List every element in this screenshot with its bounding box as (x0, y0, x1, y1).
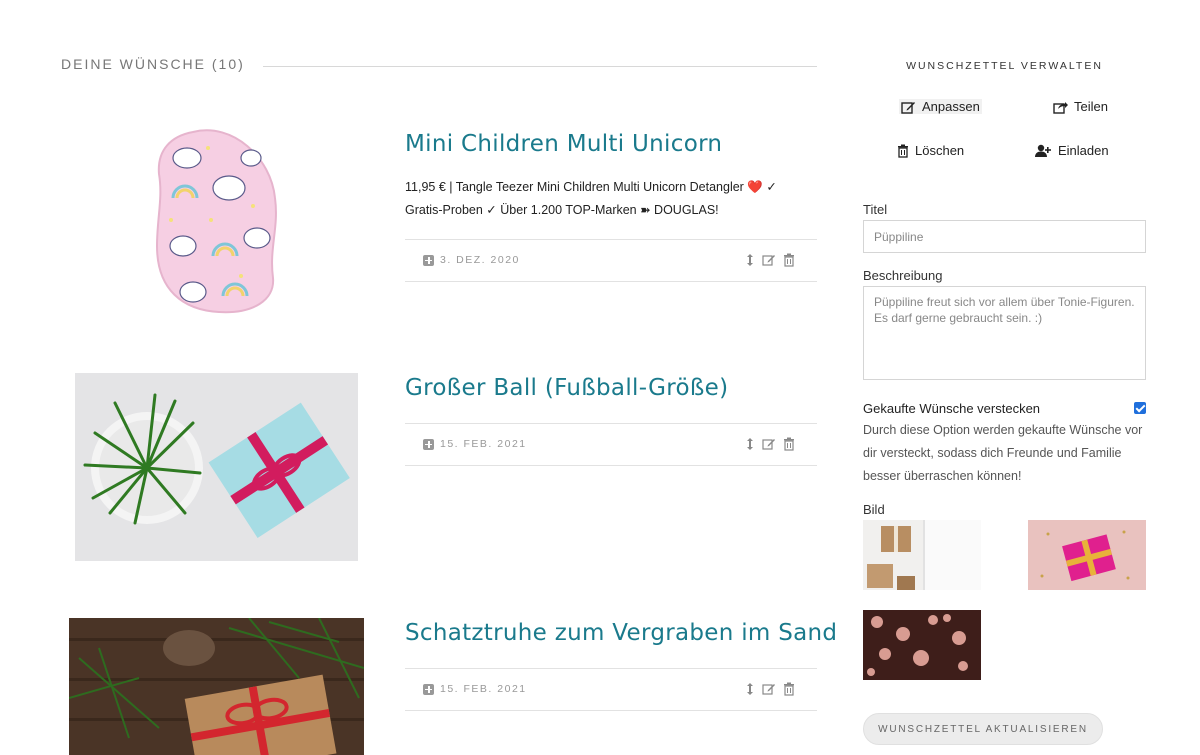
description-textarea[interactable]: Püppiline freut sich vor allem über Toni… (863, 286, 1146, 380)
share-button[interactable]: Teilen (1053, 99, 1108, 114)
image-field-label: Bild (863, 502, 885, 517)
trash-icon[interactable] (783, 682, 795, 696)
sidebar-title: WUNSCHZETTEL VERWALTEN (906, 60, 1103, 72)
image-option-pink-gift[interactable] (1028, 520, 1146, 590)
added-date-icon (423, 438, 434, 450)
hide-purchased-label: Gekaufte Wünsche verstecken (863, 401, 1041, 416)
customize-button[interactable]: Anpassen (899, 99, 982, 114)
edit-icon[interactable] (762, 437, 776, 451)
wish-date: 15. FEB. 2021 (423, 438, 527, 450)
wish-title[interactable]: Schatztruhe zum Vergraben im Sand (405, 620, 837, 646)
share-icon (1053, 101, 1068, 114)
add-user-icon (1035, 144, 1051, 157)
edit-icon[interactable] (762, 682, 776, 696)
delete-label: Löschen (915, 143, 965, 158)
wishes-header: DEINE WÜNSCHE (10) (61, 56, 817, 76)
wish-actions (745, 253, 795, 267)
wish-date: 3. DEZ. 2020 (423, 254, 520, 266)
description-field-label: Beschreibung (863, 268, 943, 283)
wish-meta-bar: 3. DEZ. 2020 (405, 239, 817, 282)
wish-actions (745, 682, 795, 696)
added-date-icon (423, 683, 434, 695)
move-icon[interactable] (745, 253, 755, 267)
image-option-bokeh-hearts[interactable] (863, 610, 981, 680)
wish-title[interactable]: Mini Children Multi Unicorn (405, 131, 722, 157)
wish-image-plant-gift[interactable] (75, 373, 358, 561)
hide-purchased-checkbox[interactable] (1134, 402, 1146, 414)
delete-button[interactable]: Löschen (897, 143, 964, 158)
wish-date-text: 15. FEB. 2021 (440, 438, 527, 450)
trash-icon[interactable] (783, 437, 795, 451)
wish-date: 15. FEB. 2021 (423, 683, 527, 695)
update-wishlist-button[interactable]: WUNSCHZETTEL AKTUALISIEREN (863, 713, 1103, 745)
title-input[interactable] (863, 220, 1146, 253)
hide-purchased-help: Durch diese Option werden gekaufte Wünsc… (863, 423, 1143, 483)
wish-meta-bar: 15. FEB. 2021 (405, 423, 817, 466)
move-icon[interactable] (745, 437, 755, 451)
wishes-section-title: DEINE WÜNSCHE (10) (61, 56, 245, 72)
invite-button[interactable]: Einladen (1035, 143, 1109, 158)
divider (263, 66, 817, 67)
customize-label: Anpassen (922, 99, 980, 114)
edit-icon[interactable] (762, 253, 776, 267)
wish-image-kraft-gift[interactable] (69, 618, 364, 755)
share-label: Teilen (1074, 99, 1108, 114)
wish-image-unicorn-brush[interactable] (153, 128, 283, 314)
wish-description: 11,95 € | Tangle Teezer Mini Children Mu… (405, 180, 777, 217)
wish-title[interactable]: Großer Ball (Fußball-Größe) (405, 375, 728, 401)
trash-icon[interactable] (783, 253, 795, 267)
wish-date-text: 3. DEZ. 2020 (440, 254, 520, 266)
move-icon[interactable] (745, 682, 755, 696)
wish-meta-bar: 15. FEB. 2021 (405, 668, 817, 711)
wish-date-text: 15. FEB. 2021 (440, 683, 527, 695)
title-field-label: Titel (863, 202, 888, 217)
image-option-gift-boxes[interactable] (863, 520, 981, 590)
invite-label: Einladen (1058, 143, 1109, 158)
edit-icon (901, 101, 915, 114)
wish-actions (745, 437, 795, 451)
trash-icon (898, 144, 908, 158)
added-date-icon (423, 254, 434, 266)
